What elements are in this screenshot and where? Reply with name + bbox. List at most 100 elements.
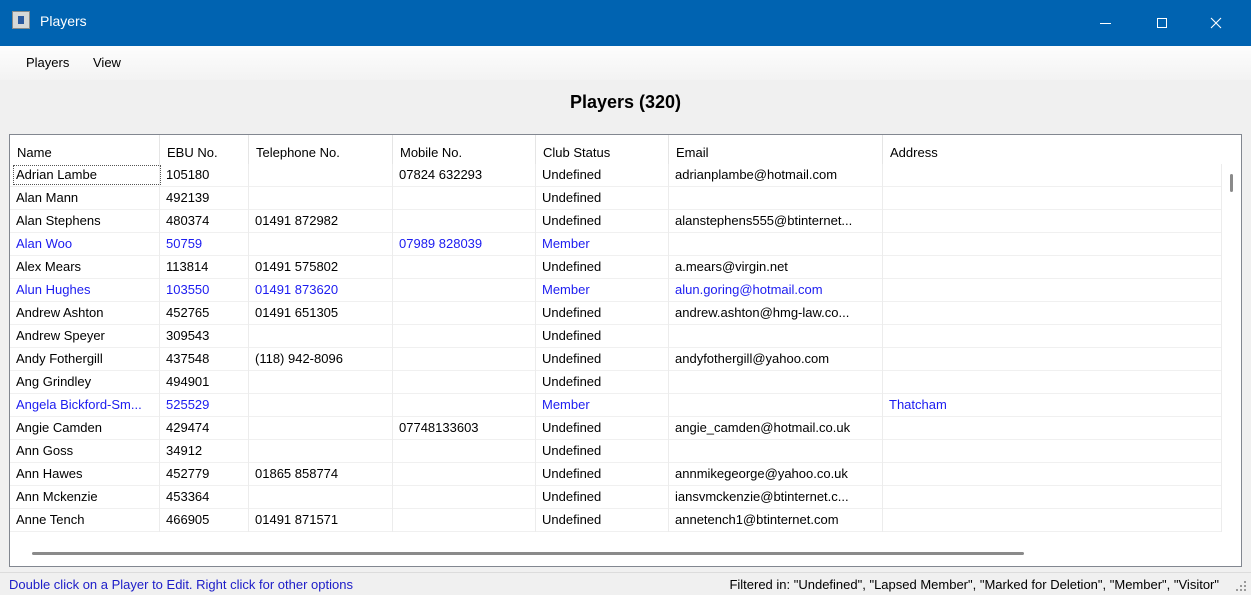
cell-email: a.mears@virgin.net: [669, 256, 883, 279]
cell-mobile: [393, 463, 536, 486]
column-header-address[interactable]: Address: [883, 135, 1223, 164]
cell-club-status: Undefined: [536, 325, 669, 348]
cell-email: [669, 371, 883, 394]
cell-club-status: Undefined: [536, 417, 669, 440]
table-row[interactable]: Alan Stephens 480374 01491 872982 Undefined…: [10, 210, 1222, 233]
app-icon: [12, 11, 30, 29]
cell-email: [669, 187, 883, 210]
cell-email: [669, 440, 883, 463]
cell-ebu-no: 480374: [160, 210, 249, 233]
cell-name: Angela Bickford-Sm...: [10, 394, 160, 417]
vertical-scrollbar[interactable]: [1223, 164, 1241, 557]
minimize-button[interactable]: [1082, 0, 1128, 46]
maximize-icon: [1157, 18, 1167, 28]
cell-name: Alun Hughes: [10, 279, 160, 302]
cell-address: [883, 417, 1222, 440]
cell-name: Anne Tench: [10, 509, 160, 532]
cell-name: Ann Hawes: [10, 463, 160, 486]
cell-ebu-no: 50759: [160, 233, 249, 256]
cell-mobile: [393, 440, 536, 463]
column-header-name[interactable]: Name: [10, 135, 160, 164]
cell-ebu-no: 494901: [160, 371, 249, 394]
column-header-mobile[interactable]: Mobile No.: [393, 135, 536, 164]
horizontal-scrollbar[interactable]: [10, 544, 1223, 566]
cell-email: [669, 394, 883, 417]
cell-ebu-no: 466905: [160, 509, 249, 532]
cell-club-status: Member: [536, 233, 669, 256]
cell-name: Ann Goss: [10, 440, 160, 463]
table-row[interactable]: Alun Hughes 103550 01491 873620 Member alun.…: [10, 279, 1222, 302]
cell-ebu-no: 437548: [160, 348, 249, 371]
cell-mobile: [393, 394, 536, 417]
table-row[interactable]: Adrian Lambe 105180 07824 632293 Undefined a…: [10, 164, 1222, 187]
table-row[interactable]: Angela Bickford-Sm... 525529 Member Thatcha…: [10, 394, 1222, 417]
table-row[interactable]: Andrew Ashton 452765 01491 651305 Undefined…: [10, 302, 1222, 325]
cell-address: [883, 164, 1222, 187]
cell-mobile: [393, 325, 536, 348]
cell-mobile: [393, 348, 536, 371]
status-hint: Double click on a Player to Edit. Right …: [9, 577, 353, 592]
cell-ebu-no: 34912: [160, 440, 249, 463]
cell-telephone: [249, 233, 393, 256]
resize-grip-icon[interactable]: [1235, 581, 1247, 593]
cell-telephone: 01865 858774: [249, 463, 393, 486]
table-row[interactable]: Ang Grindley 494901 Undefined: [10, 371, 1222, 394]
cell-name: Andy Fothergill: [10, 348, 160, 371]
table-row[interactable]: Alan Mann 492139 Undefined: [10, 187, 1222, 210]
table-row[interactable]: Alan Woo 50759 07989 828039 Member: [10, 233, 1222, 256]
cell-address: Thatcham: [883, 394, 1222, 417]
cell-club-status: Member: [536, 279, 669, 302]
cell-mobile: 07748133603: [393, 417, 536, 440]
cell-address: [883, 463, 1222, 486]
table-row[interactable]: Ann Hawes 452779 01865 858774 Undefined annm…: [10, 463, 1222, 486]
cell-club-status: Undefined: [536, 440, 669, 463]
cell-address: [883, 325, 1222, 348]
players-list[interactable]: Name EBU No. Telephone No. Mobile No. Cl…: [9, 134, 1242, 567]
table-row[interactable]: Ann Goss 34912 Undefined: [10, 440, 1222, 463]
cell-email: adrianplambe@hotmail.com: [669, 164, 883, 187]
cell-address: [883, 486, 1222, 509]
cell-name: Andrew Ashton: [10, 302, 160, 325]
column-header-email[interactable]: Email: [669, 135, 883, 164]
cell-address: [883, 371, 1222, 394]
menu-view[interactable]: View: [93, 55, 121, 70]
cell-email: [669, 325, 883, 348]
vertical-scroll-thumb[interactable]: [1230, 174, 1233, 192]
cell-telephone: 01491 871571: [249, 509, 393, 532]
status-bar: Double click on a Player to Edit. Right …: [0, 572, 1251, 595]
maximize-button[interactable]: [1139, 0, 1185, 46]
table-row[interactable]: Anne Tench 466905 01491 871571 Undefined ann…: [10, 509, 1222, 532]
page-title: Players (320): [569, 92, 682, 112]
column-header-telephone[interactable]: Telephone No.: [249, 135, 393, 164]
cell-email: andyfothergill@yahoo.com: [669, 348, 883, 371]
table-row[interactable]: Alex Mears 113814 01491 575802 Undefined a.m…: [10, 256, 1222, 279]
cell-club-status: Undefined: [536, 187, 669, 210]
column-header-club-status[interactable]: Club Status: [536, 135, 669, 164]
table-row[interactable]: Angie Camden 429474 07748133603 Undefined an…: [10, 417, 1222, 440]
table-row[interactable]: Andy Fothergill 437548 (118) 942-8096 Undef…: [10, 348, 1222, 371]
cell-mobile: [393, 256, 536, 279]
cell-club-status: Undefined: [536, 371, 669, 394]
cell-club-status: Member: [536, 394, 669, 417]
close-button[interactable]: [1193, 0, 1239, 46]
cell-club-status: Undefined: [536, 463, 669, 486]
title-bar: Players: [0, 0, 1251, 46]
cell-address: [883, 509, 1222, 532]
cell-email: annmikegeorge@yahoo.co.uk: [669, 463, 883, 486]
cell-name: Andrew Speyer: [10, 325, 160, 348]
cell-telephone: [249, 187, 393, 210]
cell-telephone: 01491 872982: [249, 210, 393, 233]
cell-ebu-no: 429474: [160, 417, 249, 440]
cell-ebu-no: 452779: [160, 463, 249, 486]
table-row[interactable]: Andrew Speyer 309543 Undefined: [10, 325, 1222, 348]
cell-mobile: [393, 210, 536, 233]
table-row[interactable]: Ann Mckenzie 453364 Undefined iansvmckenzie…: [10, 486, 1222, 509]
cell-ebu-no: 453364: [160, 486, 249, 509]
horizontal-scroll-thumb[interactable]: [32, 552, 1024, 555]
cell-email: iansvmckenzie@btinternet.c...: [669, 486, 883, 509]
column-header-ebu-no[interactable]: EBU No.: [160, 135, 249, 164]
cell-telephone: [249, 440, 393, 463]
cell-mobile: [393, 486, 536, 509]
cell-name: Adrian Lambe: [10, 164, 160, 187]
menu-players[interactable]: Players: [26, 55, 69, 70]
